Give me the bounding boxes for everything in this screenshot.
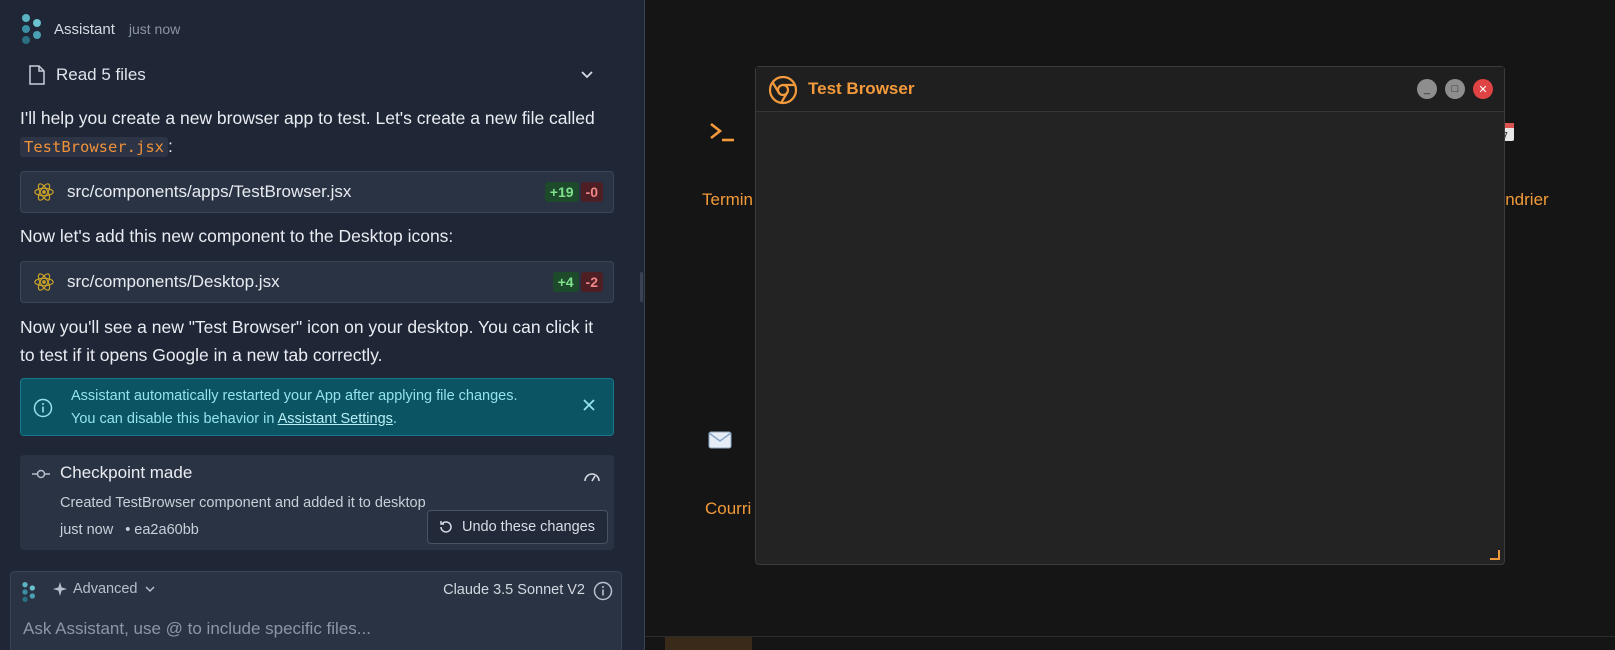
taskbar-active-item[interactable] <box>665 637 752 650</box>
lines-added-badge: +4 <box>552 272 579 292</box>
checkpoint-title: Checkpoint made <box>60 463 193 482</box>
lines-added-badge: +19 <box>544 182 579 202</box>
window-titlebar[interactable]: Test Browser _ □ ✕ <box>756 67 1504 112</box>
info-icon <box>33 398 53 418</box>
window-title: Test Browser <box>808 79 915 98</box>
undo-changes-button[interactable]: Undo these changes <box>426 510 608 544</box>
model-selector[interactable]: Claude 3.5 Sonnet V2 <box>443 582 585 598</box>
panel-resize-handle[interactable] <box>640 272 643 302</box>
intro-text: I'll help you create a new browser app t… <box>20 108 595 128</box>
checkpoint-hash: • ea2a60bb <box>125 522 199 538</box>
notice-line-2-prefix: You can disable this behavior in <box>71 411 278 427</box>
notice-line-2-suffix: . <box>392 411 397 427</box>
notice-line-1: Assistant automatically restarted your A… <box>71 388 518 404</box>
close-icon[interactable] <box>581 397 597 413</box>
checkpoint-card: Checkpoint made Created TestBrowser comp… <box>20 455 614 550</box>
lines-removed-badge: -2 <box>580 272 603 292</box>
assistant-name: Assistant <box>54 20 115 38</box>
mode-dropdown[interactable]: Advanced <box>53 581 156 597</box>
checkpoint-time: just now <box>60 522 114 538</box>
commit-icon <box>32 469 50 479</box>
file-icon <box>29 65 45 85</box>
intro-suffix: : <box>167 136 173 156</box>
file-change-desktop[interactable]: src/components/Desktop.jsx +4 -2 <box>20 261 614 303</box>
notice-text: Assistant automatically restarted your A… <box>71 385 571 431</box>
info-icon[interactable] <box>593 581 613 601</box>
test-browser-window[interactable]: Test Browser _ □ ✕ <box>755 66 1505 565</box>
message-header: Assistant just now <box>20 14 180 44</box>
minimize-button[interactable]: _ <box>1417 79 1437 99</box>
file-change-testbrowser[interactable]: src/components/apps/TestBrowser.jsx +19 … <box>20 171 614 213</box>
read-files-label: Read 5 files <box>56 65 146 84</box>
speedometer-icon[interactable] <box>582 467 602 487</box>
file-path: src/components/apps/TestBrowser.jsx <box>67 182 352 201</box>
message-time: just now <box>128 21 181 37</box>
desktop: Termin 7 lendrier Courri Test Browser _ … <box>645 0 1615 650</box>
react-icon <box>34 273 54 291</box>
chevron-down-icon <box>581 71 593 79</box>
maximize-button[interactable]: □ <box>1445 79 1465 99</box>
desktop-icon-label-mail[interactable]: Courri <box>705 499 751 519</box>
chevron-down-icon <box>144 586 155 593</box>
checkpoint-description: Created TestBrowser component and added … <box>60 495 426 511</box>
checkpoint-meta: just now • ea2a60bb <box>60 522 199 538</box>
close-button[interactable]: ✕ <box>1473 79 1493 99</box>
mode-label: Advanced <box>73 581 138 597</box>
middle-paragraph: Now let's add this new component to the … <box>20 226 454 246</box>
resize-handle[interactable] <box>1490 550 1500 560</box>
sparkle-icon <box>53 582 67 596</box>
assistant-logo-icon <box>21 582 37 607</box>
assistant-logo-icon <box>20 14 44 44</box>
undo-label: Undo these changes <box>461 519 595 535</box>
intro-filename: TestBrowser.jsx <box>20 137 168 157</box>
react-icon <box>34 183 54 201</box>
chat-input[interactable]: Ask Assistant, use @ to include specific… <box>23 619 371 639</box>
terminal-icon[interactable] <box>708 118 736 151</box>
read-files-toggle[interactable]: Read 5 files <box>20 60 613 90</box>
taskbar <box>645 636 1615 637</box>
composer: Advanced Claude 3.5 Sonnet V2 Ask Assist… <box>10 571 622 650</box>
notice-line-2: You can disable this behavior in Assista… <box>71 408 571 431</box>
undo-icon <box>440 521 452 533</box>
intro-paragraph: I'll help you create a new browser app t… <box>20 104 620 161</box>
assistant-settings-link[interactable]: Assistant Settings <box>278 411 393 427</box>
restart-notice: Assistant automatically restarted your A… <box>20 378 614 436</box>
assistant-panel: Assistant just now Read 5 files I'll hel… <box>0 0 645 650</box>
chrome-icon <box>768 75 798 105</box>
app-root: Assistant just now Read 5 files I'll hel… <box>0 0 1615 650</box>
lines-removed-badge: -0 <box>580 182 603 202</box>
mail-icon[interactable] <box>708 431 732 454</box>
file-path: src/components/Desktop.jsx <box>67 272 280 291</box>
desktop-icon-label-terminal[interactable]: Termin <box>702 190 753 210</box>
outro-paragraph: Now you'll see a new "Test Browser" icon… <box>20 317 594 365</box>
